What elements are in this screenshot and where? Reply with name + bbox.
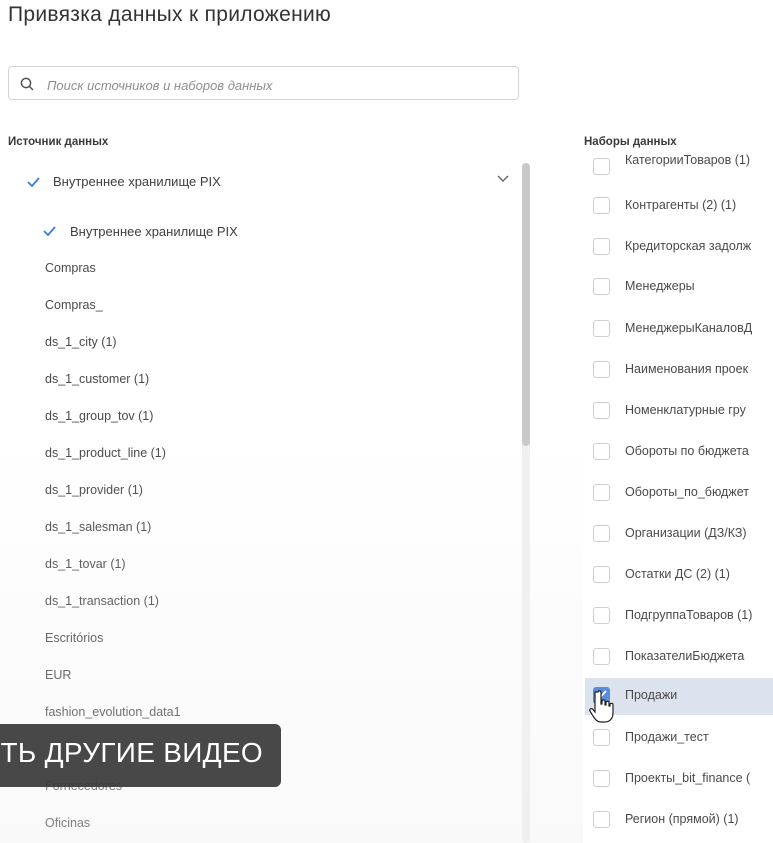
dataset-label: Контрагенты (2) (1) [625, 198, 737, 212]
source-item-label: Внутреннее хранилище PIX [70, 224, 238, 239]
dataset-checkbox[interactable] [593, 238, 610, 255]
dataset-row[interactable]: Регион (прямой) (1) [585, 802, 773, 839]
dataset-label: Обороты по бюджета [625, 444, 749, 458]
dataset-checkbox[interactable] [593, 278, 610, 295]
dataset-label: Обороты_по_бюджет [625, 485, 749, 499]
hand-cursor-icon [589, 690, 614, 723]
source-item[interactable]: Compras [45, 261, 96, 275]
source-item[interactable]: ds_1_transaction (1) [45, 594, 159, 608]
check-icon [27, 177, 40, 187]
dataset-row[interactable]: Обороты по бюджета [585, 434, 773, 471]
source-group-pix[interactable]: Внутреннее хранилище PIX [0, 163, 520, 200]
dataset-checkbox[interactable] [593, 158, 610, 175]
source-item[interactable]: Escritórios [45, 631, 103, 645]
source-item[interactable]: ds_1_customer (1) [45, 372, 149, 386]
source-item[interactable]: ds_1_salesman (1) [45, 520, 151, 534]
dataset-label: Продажи [625, 688, 678, 702]
dataset-label: ПоказателиБюджета [625, 649, 745, 663]
dataset-label: ПодгруппаТоваров (1) [625, 608, 753, 622]
dataset-row[interactable]: ПоказателиБюджета [585, 639, 773, 676]
check-icon [43, 226, 56, 236]
dataset-row[interactable]: Обороты_по_бюджет [585, 475, 773, 512]
search-icon [20, 77, 34, 91]
dataset-checkbox[interactable] [593, 729, 610, 746]
dataset-checkbox[interactable] [593, 402, 610, 419]
source-item[interactable]: Внутреннее хранилище PIX [43, 224, 238, 239]
source-item[interactable]: ds_1_tovar (1) [45, 557, 126, 571]
dataset-checkbox[interactable] [593, 607, 610, 624]
source-item[interactable]: ds_1_city (1) [45, 335, 117, 349]
dataset-label: КатегорииТоваров (1) [625, 153, 751, 167]
source-item[interactable]: Oficinas [45, 816, 90, 830]
source-item[interactable]: fashion_evolution_data1 [45, 705, 181, 719]
dataset-label: Менеджеры [625, 279, 695, 293]
dataset-label: Регион (прямой) (1) [625, 812, 739, 826]
page-title: Привязка данных к приложению [8, 3, 332, 26]
source-item[interactable]: ds_1_provider (1) [45, 483, 143, 497]
dataset-checkbox[interactable] [593, 484, 610, 501]
dataset-checkbox[interactable] [593, 525, 610, 542]
dataset-row[interactable]: Кредиторская задолж [585, 229, 773, 266]
datasets-heading: Наборы данных [584, 136, 677, 148]
more-videos-text: ТЬ ДРУГИЕ ВИДЕО [0, 737, 263, 768]
dataset-label: Остатки ДС (2) (1) [625, 567, 730, 581]
scrollbar-thumb[interactable] [522, 163, 530, 446]
dataset-label: Продажи_тест [625, 730, 709, 744]
more-videos-banner[interactable]: ТЬ ДРУГИЕ ВИДЕО [0, 724, 281, 787]
dataset-label: Номенклатурные гру [625, 403, 746, 417]
dataset-label: Кредиторская задолж [625, 239, 752, 253]
sources-heading: Источник данных [8, 136, 109, 148]
dataset-checkbox[interactable] [593, 566, 610, 583]
dataset-checkbox[interactable] [593, 361, 610, 378]
dataset-row[interactable]: ПодгруппаТоваров (1) [585, 598, 773, 635]
dataset-checkbox[interactable] [593, 320, 610, 337]
dataset-row[interactable]: КатегорииТоваров (1) [585, 152, 773, 186]
dataset-row[interactable]: Наименования проек [585, 352, 773, 389]
chevron-down-icon[interactable] [497, 175, 509, 183]
dataset-checkbox[interactable] [593, 197, 610, 214]
source-group-label: Внутреннее хранилище PIX [53, 174, 221, 189]
source-item[interactable]: Compras_ [45, 298, 103, 312]
dataset-row[interactable]: Организации (ДЗ/КЗ) [585, 516, 773, 553]
source-scrollbar[interactable] [522, 163, 530, 843]
dataset-checkbox[interactable] [593, 648, 610, 665]
dataset-row[interactable]: Проекты_bit_finance ( [585, 761, 773, 798]
dataset-row[interactable]: Менеджеры [585, 269, 773, 306]
source-item[interactable]: ds_1_product_line (1) [45, 446, 166, 460]
dataset-label: Организации (ДЗ/КЗ) [625, 526, 747, 540]
dataset-checkbox[interactable] [593, 443, 610, 460]
dataset-label: Проекты_bit_finance ( [625, 771, 751, 785]
dataset-row[interactable]: МенеджерыКаналовД [585, 311, 773, 348]
dataset-label: Наименования проек [625, 362, 749, 376]
dataset-row[interactable]: Номенклатурные гру [585, 393, 773, 430]
source-item[interactable]: ds_1_group_tov (1) [45, 409, 153, 423]
source-item[interactable]: EUR [45, 668, 71, 682]
dataset-list: КатегорииТоваров (1) Контрагенты (2) (1)… [585, 152, 773, 843]
search-box[interactable] [8, 66, 519, 100]
dataset-row[interactable]: Остатки ДС (2) (1) [585, 557, 773, 594]
dataset-row[interactable]: Контрагенты (2) (1) [585, 188, 773, 225]
dataset-checkbox[interactable] [593, 811, 610, 828]
dataset-row[interactable]: Продажи_тест [585, 720, 773, 757]
dataset-label: МенеджерыКаналовД [625, 321, 753, 335]
dataset-checkbox[interactable] [593, 770, 610, 787]
search-input[interactable] [45, 73, 509, 97]
